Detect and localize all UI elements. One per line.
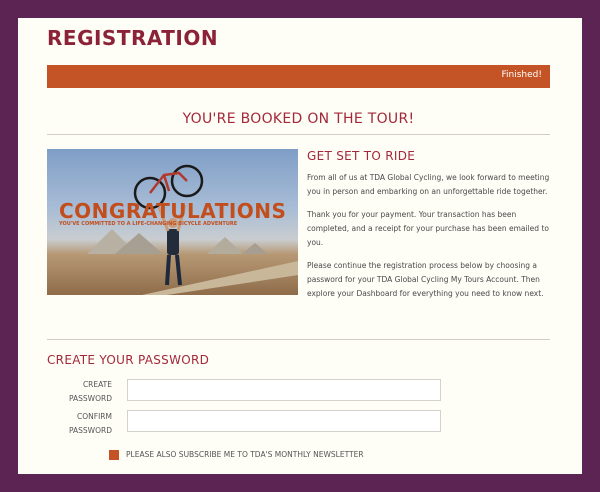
divider — [47, 134, 550, 135]
label-line: CREATE — [82, 380, 112, 389]
label-line: PASSWORD — [68, 394, 112, 403]
confirm-password-input[interactable] — [127, 410, 441, 432]
registration-card: REGISTRATION Finished! YOU'RE BOOKED ON … — [18, 18, 582, 474]
progress-status: Finished! — [501, 70, 542, 80]
payment-paragraph: Thank you for your payment. Your transac… — [307, 210, 549, 247]
create-password-label: CREATE PASSWORD — [60, 378, 112, 406]
newsletter-label[interactable]: PLEASE ALSO SUBSCRIBE ME TO TDA'S MONTHL… — [126, 450, 364, 459]
label-line: PASSWORD — [68, 426, 112, 435]
instructions-paragraph: Please continue the registration process… — [307, 261, 544, 298]
congratulations-subtext: YOU'VE COMMITTED TO A LIFE-CHANGING BICY… — [59, 221, 238, 227]
page-title: REGISTRATION — [47, 26, 219, 50]
pyramid-shape — [242, 243, 268, 254]
divider — [47, 339, 550, 340]
congratulations-image: CONGRATULATIONS YOU'VE COMMITTED TO A LI… — [47, 149, 298, 295]
label-line: CONFIRM — [77, 412, 112, 421]
section-heading: GET SET TO RIDE — [307, 149, 416, 163]
password-heading: CREATE YOUR PASSWORD — [47, 353, 210, 367]
cyclist-leg — [165, 254, 171, 286]
intro-section: GET SET TO RIDE From all of us at TDA Gl… — [307, 149, 551, 301]
congratulations-text: CONGRATULATIONS — [59, 199, 287, 223]
pyramid-shape — [207, 237, 243, 254]
booked-heading: YOU'RE BOOKED ON THE TOUR! — [182, 111, 415, 127]
progress-bar: Finished! — [47, 65, 550, 88]
intro-paragraph: From all of us at TDA Global Cycling, we… — [307, 173, 550, 196]
confirm-password-label: CONFIRM PASSWORD — [60, 410, 112, 438]
newsletter-checkbox[interactable] — [109, 450, 119, 460]
cyclist-body — [167, 229, 179, 255]
cyclist-leg — [175, 254, 182, 286]
create-password-input[interactable] — [127, 379, 441, 401]
stone-wall — [142, 261, 298, 295]
